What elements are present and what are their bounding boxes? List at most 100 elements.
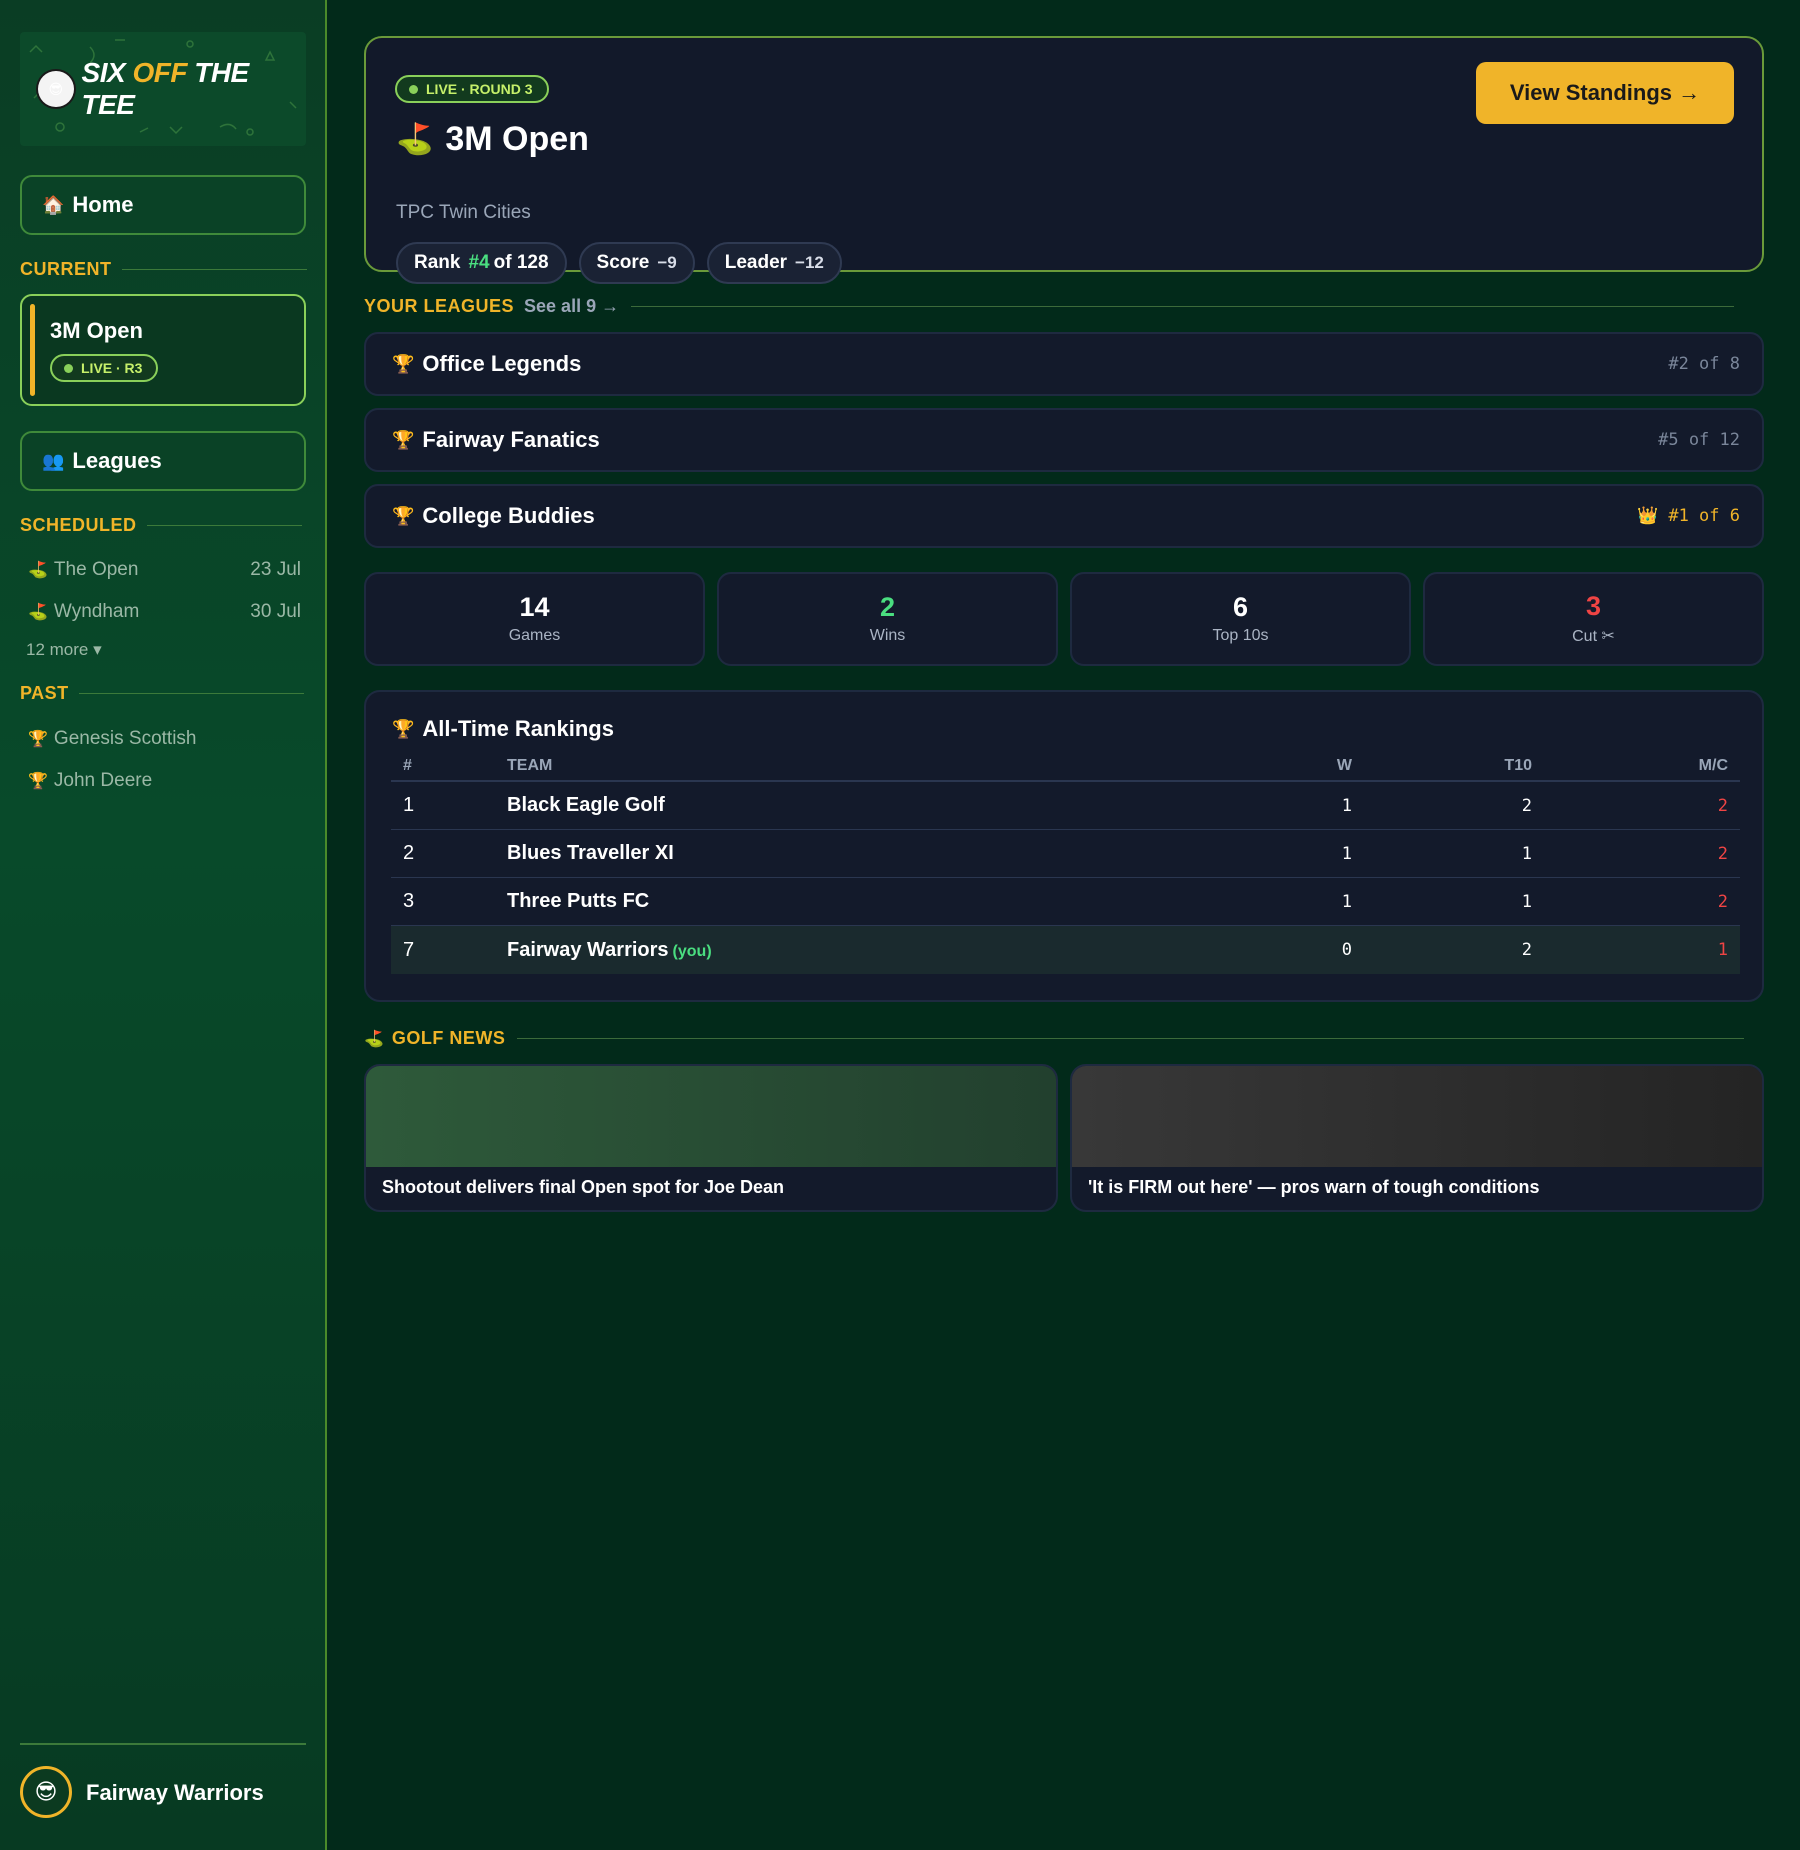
past-item-name: John Deere [53,770,153,791]
rankings-table: # TEAM W T10 M/C 1 Black Eagle Golf 1 2 … [391,752,1740,974]
golf-news-header: ⛳ GOLF NEWS [364,1028,1744,1049]
golf-flag-icon: ⛳ [28,562,48,579]
leader-label: Leader [724,252,788,273]
rank-value: #4 [468,252,490,273]
live-round-badge: LIVE · ROUND 3 [395,75,549,103]
tournament-name: 3M Open [445,120,589,158]
live-dot-icon [64,363,73,373]
see-all-leagues-link[interactable]: See all 9 → [524,296,619,317]
league-rank: #1 of 6 [1668,506,1740,526]
people-icon: 👥 [42,450,65,471]
rankings-title: 🏆 All-Time Rankings [392,716,614,742]
avatar-face-icon: 😎 [34,1779,58,1804]
stat-games: 14 Games [364,572,705,666]
row-rank: 7 [403,938,415,961]
live-status-badge: LIVE · R3 [50,354,159,382]
golf-flag-icon: ⛳ [396,123,434,156]
row-missed-cuts: 2 [1717,891,1728,912]
league-row[interactable]: 🏆 Fairway Fanatics #5 of 12 [364,408,1764,472]
stat-label: Games [508,626,561,644]
brand-logo[interactable]: 😎 SIX OFF THE TEE [20,32,306,146]
news-card[interactable]: 'It is FIRM out here' — pros warn of tou… [1070,1064,1764,1212]
table-row[interactable]: 2 Blues Traveller XI 1 1 2 [391,830,1740,878]
past-item-name: Genesis Scottish [53,728,197,749]
column-header-top10[interactable]: T10 [1380,757,1550,775]
row-team: Three Putts FC [507,890,650,912]
past-item[interactable]: 🏆 John Deere [28,770,152,792]
live-round-text: LIVE · ROUND 3 [426,81,533,97]
past-item[interactable]: 🏆 Genesis Scottish [28,728,197,750]
trophy-icon: 🏆 [392,429,415,450]
sidebar: 😎 SIX OFF THE TEE 🏠 Home CURRENT 3M Open… [0,0,327,1850]
league-row[interactable]: 🏆 Office Legends #2 of 8 [364,332,1764,396]
score-value: −9 [657,253,677,272]
user-avatar[interactable]: 😎 [20,1766,72,1818]
current-event-card[interactable]: 3M Open LIVE · R3 [20,294,306,406]
leader-value: −12 [795,253,824,272]
table-row[interactable]: 3 Three Putts FC 1 1 2 [391,878,1740,926]
golf-ball-mascot-icon: 😎 [36,69,76,109]
scheduled-item-date: 23 Jul [250,559,301,580]
divider [78,693,304,694]
table-row[interactable]: 1 Black Eagle Golf 1 2 2 [391,782,1740,830]
season-stats: 14 Games 2 Wins 6 Top 10s 3 Cut ✂ [364,572,1764,666]
league-row[interactable]: 🏆 College Buddies 👑 #1 of 6 [364,484,1764,548]
divider [517,1038,1744,1039]
column-header-missed-cuts[interactable]: M/C [1550,757,1740,775]
score-chip: Score −9 [578,242,695,284]
league-name: College Buddies [422,503,595,528]
news-headline: Shootout delivers final Open spot for Jo… [382,1177,785,1197]
user-team-name[interactable]: Fairway Warriors [86,1780,264,1806]
news-thumbnail [1072,1066,1762,1167]
tournament-title: ⛳ 3M Open [396,120,589,159]
stat-cuts: 3 Cut ✂ [1423,572,1764,666]
scheduled-item[interactable]: ⛳ The Open 23 Jul [28,559,301,581]
section-scheduled-heading: SCHEDULED [20,515,302,536]
table-row-current-user[interactable]: 7 Fairway Warriors (you) 0 2 1 [391,926,1740,974]
nav-home-button[interactable]: 🏠 Home [20,175,306,235]
row-team: Blues Traveller XI [507,842,674,864]
row-top10: 1 [1521,843,1532,864]
nav-home-label: Home [72,192,134,217]
nav-leagues-button[interactable]: 👥 Leagues [20,431,306,491]
row-top10: 2 [1521,940,1532,960]
league-rank: #2 of 8 [1668,354,1740,374]
section-current-label: CURRENT [20,259,112,279]
row-top10: 1 [1521,891,1532,912]
show-more-toggle[interactable]: 12 more ▾ [26,640,102,660]
stat-label: Top 10s [1212,626,1269,644]
section-past-label: PAST [20,683,69,703]
brand-wordmark: SIX OFF THE TEE [82,57,306,121]
row-missed-cuts: 2 [1717,795,1728,816]
live-dot-icon [409,84,418,94]
section-current-heading: CURRENT [20,259,307,280]
scheduled-item-name: The Open [53,559,139,580]
crown-icon: 👑 [1637,506,1659,526]
row-rank: 3 [403,890,415,912]
view-standings-button[interactable]: View Standings → [1476,62,1734,124]
stat-value: 2 [879,592,896,623]
brand-word-off: OFF [132,57,187,88]
you-tag: (you) [672,942,712,960]
leader-chip: Leader −12 [706,242,842,284]
column-header-rank[interactable]: # [391,757,507,775]
column-header-wins[interactable]: W [1270,757,1380,775]
rank-label: Rank [414,252,461,273]
scheduled-item[interactable]: ⛳ Wyndham 30 Jul [28,601,301,623]
rankings-title-text: All-Time Rankings [422,716,614,741]
trophy-icon: 🏆 [392,353,415,374]
news-card[interactable]: Shootout delivers final Open spot for Jo… [364,1064,1058,1212]
accent-bar [30,304,35,396]
column-header-team[interactable]: TEAM [507,757,1270,775]
row-rank: 1 [403,794,415,816]
golf-flag-icon: ⛳ [364,1030,384,1048]
golf-news-title: GOLF NEWS [391,1028,506,1048]
section-past-heading: PAST [20,683,304,704]
league-name: Fairway Fanatics [422,427,600,452]
stat-value: 3 [1585,591,1602,622]
scheduled-item-name: Wyndham [53,601,140,622]
rank-total: of 128 [493,252,549,273]
row-rank: 2 [403,842,415,864]
table-header: # TEAM W T10 M/C [391,752,1740,782]
golf-flag-icon: ⛳ [28,604,48,621]
